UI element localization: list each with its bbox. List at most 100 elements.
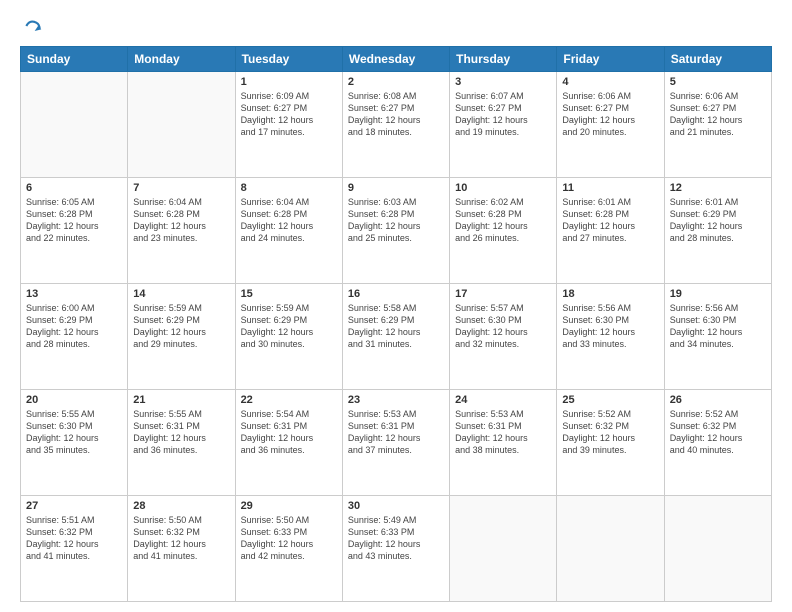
- day-info: Sunrise: 6:05 AMSunset: 6:28 PMDaylight:…: [26, 196, 122, 245]
- day-info: Sunrise: 6:07 AMSunset: 6:27 PMDaylight:…: [455, 90, 551, 139]
- calendar-cell: 9 Sunrise: 6:03 AMSunset: 6:28 PMDaylight…: [342, 178, 449, 284]
- day-number: 3: [455, 76, 551, 88]
- calendar-cell: 7 Sunrise: 6:04 AMSunset: 6:28 PMDaylight…: [128, 178, 235, 284]
- day-number: 18: [562, 288, 658, 300]
- calendar-cell: 19 Sunrise: 5:56 AMSunset: 6:30 PMDayligh…: [664, 284, 771, 390]
- day-number: 16: [348, 288, 444, 300]
- day-info: Sunrise: 5:53 AMSunset: 6:31 PMDaylight:…: [348, 408, 444, 457]
- calendar-cell: 29 Sunrise: 5:50 AMSunset: 6:33 PMDayligh…: [235, 496, 342, 602]
- day-number: 6: [26, 182, 122, 194]
- day-number: 20: [26, 394, 122, 406]
- day-info: Sunrise: 6:06 AMSunset: 6:27 PMDaylight:…: [562, 90, 658, 139]
- day-info: Sunrise: 6:00 AMSunset: 6:29 PMDaylight:…: [26, 302, 122, 351]
- calendar-header-friday: Friday: [557, 47, 664, 72]
- day-info: Sunrise: 5:57 AMSunset: 6:30 PMDaylight:…: [455, 302, 551, 351]
- calendar-cell: 14 Sunrise: 5:59 AMSunset: 6:29 PMDayligh…: [128, 284, 235, 390]
- day-number: 22: [241, 394, 337, 406]
- day-info: Sunrise: 5:54 AMSunset: 6:31 PMDaylight:…: [241, 408, 337, 457]
- day-info: Sunrise: 5:52 AMSunset: 6:32 PMDaylight:…: [670, 408, 766, 457]
- calendar-cell: 18 Sunrise: 5:56 AMSunset: 6:30 PMDayligh…: [557, 284, 664, 390]
- day-number: 29: [241, 500, 337, 512]
- logo-icon: [23, 16, 43, 36]
- day-info: Sunrise: 6:01 AMSunset: 6:29 PMDaylight:…: [670, 196, 766, 245]
- day-info: Sunrise: 5:58 AMSunset: 6:29 PMDaylight:…: [348, 302, 444, 351]
- day-info: Sunrise: 5:50 AMSunset: 6:33 PMDaylight:…: [241, 514, 337, 563]
- day-number: 23: [348, 394, 444, 406]
- calendar-cell: [128, 72, 235, 178]
- logo: [20, 16, 43, 36]
- calendar-cell: 25 Sunrise: 5:52 AMSunset: 6:32 PMDayligh…: [557, 390, 664, 496]
- day-number: 21: [133, 394, 229, 406]
- calendar-cell: 27 Sunrise: 5:51 AMSunset: 6:32 PMDayligh…: [21, 496, 128, 602]
- day-number: 11: [562, 182, 658, 194]
- calendar-week-2: 6 Sunrise: 6:05 AMSunset: 6:28 PMDaylight…: [21, 178, 772, 284]
- day-number: 2: [348, 76, 444, 88]
- calendar-week-4: 20 Sunrise: 5:55 AMSunset: 6:30 PMDayligh…: [21, 390, 772, 496]
- calendar-cell: 5 Sunrise: 6:06 AMSunset: 6:27 PMDaylight…: [664, 72, 771, 178]
- calendar-cell: 21 Sunrise: 5:55 AMSunset: 6:31 PMDayligh…: [128, 390, 235, 496]
- day-number: 24: [455, 394, 551, 406]
- calendar-cell: 24 Sunrise: 5:53 AMSunset: 6:31 PMDayligh…: [450, 390, 557, 496]
- day-info: Sunrise: 5:59 AMSunset: 6:29 PMDaylight:…: [241, 302, 337, 351]
- calendar-cell: 26 Sunrise: 5:52 AMSunset: 6:32 PMDayligh…: [664, 390, 771, 496]
- calendar-cell: 13 Sunrise: 6:00 AMSunset: 6:29 PMDayligh…: [21, 284, 128, 390]
- day-info: Sunrise: 6:06 AMSunset: 6:27 PMDaylight:…: [670, 90, 766, 139]
- calendar-week-3: 13 Sunrise: 6:00 AMSunset: 6:29 PMDayligh…: [21, 284, 772, 390]
- day-number: 14: [133, 288, 229, 300]
- day-number: 9: [348, 182, 444, 194]
- day-number: 26: [670, 394, 766, 406]
- day-number: 30: [348, 500, 444, 512]
- calendar-cell: 1Sunrise: 6:09 AMSunset: 6:27 PMDaylight…: [235, 72, 342, 178]
- calendar-table: SundayMondayTuesdayWednesdayThursdayFrid…: [20, 46, 772, 602]
- page: SundayMondayTuesdayWednesdayThursdayFrid…: [0, 0, 792, 612]
- calendar-cell: 28Sunrise: 5:50 AMSunset: 6:32 PMDayligh…: [128, 496, 235, 602]
- day-number: 27: [26, 500, 122, 512]
- calendar-cell: 8Sunrise: 6:04 AMSunset: 6:28 PMDaylight…: [235, 178, 342, 284]
- calendar-header-thursday: Thursday: [450, 47, 557, 72]
- calendar-cell: 30 Sunrise: 5:49 AMSunset: 6:33 PMDayligh…: [342, 496, 449, 602]
- day-info: Sunrise: 6:04 AMSunset: 6:28 PMDaylight:…: [241, 196, 337, 245]
- day-info: Sunrise: 6:01 AMSunset: 6:28 PMDaylight:…: [562, 196, 658, 245]
- day-number: 7: [133, 182, 229, 194]
- calendar-week-5: 27 Sunrise: 5:51 AMSunset: 6:32 PMDayligh…: [21, 496, 772, 602]
- calendar-cell: 17 Sunrise: 5:57 AMSunset: 6:30 PMDayligh…: [450, 284, 557, 390]
- calendar-cell: 16 Sunrise: 5:58 AMSunset: 6:29 PMDayligh…: [342, 284, 449, 390]
- day-info: Sunrise: 5:49 AMSunset: 6:33 PMDaylight:…: [348, 514, 444, 563]
- calendar-cell: 2 Sunrise: 6:08 AMSunset: 6:27 PMDaylight…: [342, 72, 449, 178]
- calendar-cell: [664, 496, 771, 602]
- day-info: Sunrise: 5:53 AMSunset: 6:31 PMDaylight:…: [455, 408, 551, 457]
- calendar-cell: 20 Sunrise: 5:55 AMSunset: 6:30 PMDayligh…: [21, 390, 128, 496]
- day-number: 5: [670, 76, 766, 88]
- day-info: Sunrise: 5:56 AMSunset: 6:30 PMDaylight:…: [670, 302, 766, 351]
- day-number: 25: [562, 394, 658, 406]
- day-info: Sunrise: 6:09 AMSunset: 6:27 PMDaylight:…: [241, 90, 337, 139]
- day-number: 10: [455, 182, 551, 194]
- day-info: Sunrise: 5:59 AMSunset: 6:29 PMDaylight:…: [133, 302, 229, 351]
- header: [20, 16, 772, 36]
- day-number: 17: [455, 288, 551, 300]
- day-number: 28: [133, 500, 229, 512]
- day-info: Sunrise: 6:08 AMSunset: 6:27 PMDaylight:…: [348, 90, 444, 139]
- day-info: Sunrise: 5:55 AMSunset: 6:31 PMDaylight:…: [133, 408, 229, 457]
- day-number: 13: [26, 288, 122, 300]
- calendar-header-row: SundayMondayTuesdayWednesdayThursdayFrid…: [21, 47, 772, 72]
- day-number: 12: [670, 182, 766, 194]
- calendar-header-sunday: Sunday: [21, 47, 128, 72]
- day-info: Sunrise: 5:51 AMSunset: 6:32 PMDaylight:…: [26, 514, 122, 563]
- calendar-week-1: 1Sunrise: 6:09 AMSunset: 6:27 PMDaylight…: [21, 72, 772, 178]
- calendar-header-wednesday: Wednesday: [342, 47, 449, 72]
- calendar-cell: 10 Sunrise: 6:02 AMSunset: 6:28 PMDayligh…: [450, 178, 557, 284]
- day-info: Sunrise: 6:04 AMSunset: 6:28 PMDaylight:…: [133, 196, 229, 245]
- day-number: 19: [670, 288, 766, 300]
- day-info: Sunrise: 6:03 AMSunset: 6:28 PMDaylight:…: [348, 196, 444, 245]
- calendar-cell: 22 Sunrise: 5:54 AMSunset: 6:31 PMDayligh…: [235, 390, 342, 496]
- day-info: Sunrise: 5:52 AMSunset: 6:32 PMDaylight:…: [562, 408, 658, 457]
- day-info: Sunrise: 5:55 AMSunset: 6:30 PMDaylight:…: [26, 408, 122, 457]
- calendar-cell: [450, 496, 557, 602]
- calendar-header-saturday: Saturday: [664, 47, 771, 72]
- calendar-cell: 4Sunrise: 6:06 AMSunset: 6:27 PMDaylight…: [557, 72, 664, 178]
- calendar-cell: 11 Sunrise: 6:01 AMSunset: 6:28 PMDayligh…: [557, 178, 664, 284]
- day-info: Sunrise: 5:56 AMSunset: 6:30 PMDaylight:…: [562, 302, 658, 351]
- day-info: Sunrise: 6:02 AMSunset: 6:28 PMDaylight:…: [455, 196, 551, 245]
- calendar-header-tuesday: Tuesday: [235, 47, 342, 72]
